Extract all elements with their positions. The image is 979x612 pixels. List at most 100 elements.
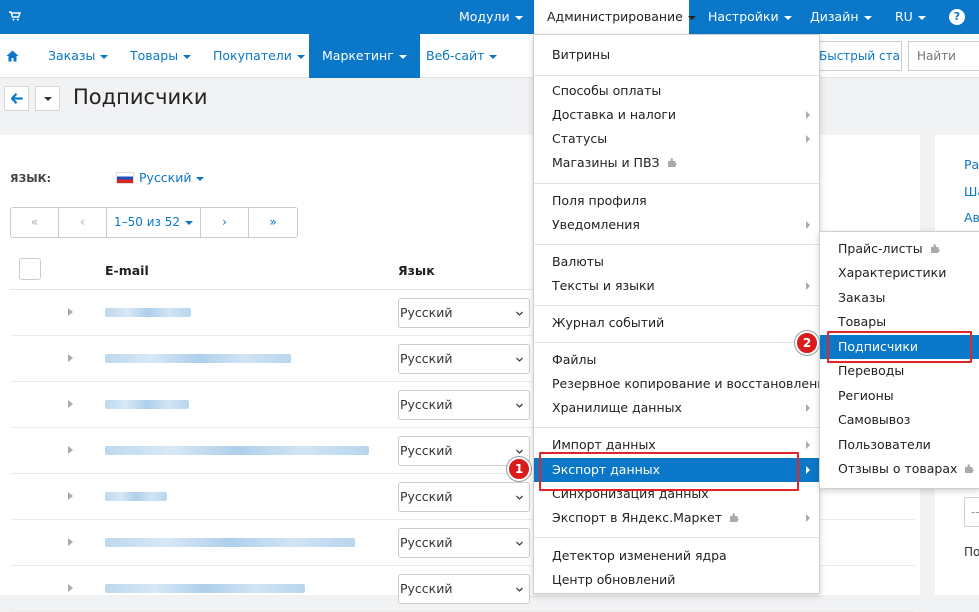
submenu-arrow-icon xyxy=(806,135,810,143)
sidebar-link[interactable]: Ша xyxy=(964,184,979,199)
submenu-item-users[interactable]: Пользователи xyxy=(820,433,979,457)
menu-item-core-change-detector[interactable]: Детектор изменений ядра xyxy=(534,544,819,568)
top-nav-modules[interactable]: Модули xyxy=(450,0,532,34)
menu-item-storefronts[interactable]: Витрины xyxy=(534,43,819,67)
expand-arrow-icon[interactable] xyxy=(68,492,73,500)
annotation-step-badge: 1 xyxy=(507,457,531,481)
menu-item-texts-languages[interactable]: Тексты и языки xyxy=(534,274,819,298)
pager-last[interactable]: » xyxy=(249,208,297,237)
submenu-arrow-icon xyxy=(806,514,810,522)
top-nav-design[interactable]: Дизайн xyxy=(801,0,881,34)
caret-down-icon xyxy=(44,97,52,101)
sidebar-link[interactable]: Ав xyxy=(964,210,979,225)
email-redacted[interactable] xyxy=(105,538,355,547)
submenu-arrow-icon xyxy=(806,282,810,290)
pager-prev[interactable]: ‹ xyxy=(59,208,107,237)
row-language-select[interactable]: Русский xyxy=(398,482,530,512)
expand-arrow-icon[interactable] xyxy=(68,308,73,316)
expand-arrow-icon[interactable] xyxy=(68,354,73,362)
sidebar-filter-input[interactable]: -- xyxy=(964,497,979,527)
submenu-item-orders[interactable]: Заказы xyxy=(820,286,979,310)
select-all-checkbox[interactable] xyxy=(19,258,41,280)
submenu-arrow-icon xyxy=(806,441,810,449)
top-nav-administration[interactable]: Администрирование xyxy=(534,0,696,34)
submenu-item-features[interactable]: Характеристики xyxy=(820,261,979,285)
russia-flag-icon xyxy=(117,173,133,183)
search-input[interactable] xyxy=(908,41,979,71)
column-header-email[interactable]: E-mail xyxy=(105,263,149,278)
caret-down-icon xyxy=(100,54,109,59)
home-icon[interactable] xyxy=(6,50,19,62)
annotation-highlight-box xyxy=(827,331,972,363)
main-nav: Заказы Товары Покупатели Маркетинг Веб-с… xyxy=(0,34,979,78)
pager-next[interactable]: › xyxy=(201,208,249,237)
caret-down-icon xyxy=(783,15,792,20)
menu-item-shipping-taxes[interactable]: Доставка и налоги xyxy=(534,103,819,127)
expand-arrow-icon[interactable] xyxy=(68,446,73,454)
email-redacted[interactable] xyxy=(105,308,191,317)
nav-marketing[interactable]: Маркетинг xyxy=(309,34,420,78)
language-filter-select[interactable]: Русский xyxy=(117,170,205,185)
menu-divider xyxy=(534,427,819,428)
expand-arrow-icon[interactable] xyxy=(68,538,73,546)
submenu-arrow-icon xyxy=(806,466,810,474)
submenu-arrow-icon xyxy=(806,404,810,412)
annotation-highlight-box xyxy=(539,452,799,491)
row-language-select[interactable]: Русский xyxy=(398,344,530,374)
menu-item-profile-fields[interactable]: Поля профиля xyxy=(534,189,819,213)
email-redacted[interactable] xyxy=(105,492,167,501)
submenu-arrow-icon xyxy=(806,221,810,229)
menu-item-statuses[interactable]: Статусы xyxy=(534,127,819,151)
pager-range-dropdown[interactable]: 1–50 из 52 xyxy=(107,208,201,237)
nav-products[interactable]: Товары xyxy=(122,34,199,78)
sidebar-link[interactable]: Ра xyxy=(964,157,979,172)
menu-item-update-center[interactable]: Центр обновлений xyxy=(534,568,819,592)
menu-divider xyxy=(534,342,819,343)
menu-item-stores-pickup[interactable]: Магазины и ПВЗ xyxy=(534,151,819,175)
email-redacted[interactable] xyxy=(105,354,291,363)
top-admin-bar: Модули Администрирование Настройки Дизай… xyxy=(0,0,979,34)
row-language-select[interactable]: Русский xyxy=(398,574,530,604)
caret-down-icon xyxy=(917,15,926,20)
chevron-down-icon xyxy=(516,449,523,454)
submenu-item-regions[interactable]: Регионы xyxy=(820,384,979,408)
menu-item-payment-methods[interactable]: Способы оплаты xyxy=(534,79,819,103)
row-language-select[interactable]: Русский xyxy=(398,528,530,558)
row-language-select[interactable]: Русский xyxy=(398,298,530,328)
history-dropdown-button[interactable] xyxy=(35,86,60,111)
caret-down-icon xyxy=(687,15,696,20)
cart-icon[interactable] xyxy=(9,11,21,21)
top-nav-language[interactable]: RU xyxy=(886,0,935,34)
menu-item-yandex-market-export[interactable]: Экспорт в Яндекс.Маркет xyxy=(534,506,819,530)
nav-customers[interactable]: Покупатели xyxy=(205,34,313,78)
nav-orders[interactable]: Заказы xyxy=(40,34,116,78)
menu-item-event-log[interactable]: Журнал событий xyxy=(534,311,819,335)
pager-first[interactable]: « xyxy=(11,208,59,237)
email-redacted[interactable] xyxy=(105,446,369,455)
caret-down-icon xyxy=(514,15,523,20)
top-nav-settings[interactable]: Настройки xyxy=(699,0,801,34)
menu-item-currencies[interactable]: Валюты xyxy=(534,250,819,274)
row-language-select[interactable]: Русский xyxy=(398,390,530,420)
menu-item-backup-restore[interactable]: Резервное копирование и восстановление xyxy=(534,372,833,396)
puzzle-icon xyxy=(930,244,940,253)
submenu-item-pickup[interactable]: Самовывоз xyxy=(820,408,979,432)
menu-item-data-storage[interactable]: Хранилище данных xyxy=(534,396,819,420)
column-header-language[interactable]: Язык xyxy=(398,263,435,278)
email-redacted[interactable] xyxy=(105,584,305,593)
menu-item-notifications[interactable]: Уведомления xyxy=(534,213,819,237)
help-icon[interactable]: ? xyxy=(949,9,965,25)
puzzle-icon xyxy=(965,464,975,473)
expand-arrow-icon[interactable] xyxy=(68,584,73,592)
expand-arrow-icon[interactable] xyxy=(68,400,73,408)
language-filter-label: ЯЗЫК: xyxy=(10,172,52,185)
submenu-item-product-reviews[interactable]: Отзывы о товарах xyxy=(820,457,979,481)
menu-divider xyxy=(534,183,819,184)
nav-website[interactable]: Веб-сайт xyxy=(418,34,505,78)
menu-item-files[interactable]: Файлы xyxy=(534,348,819,372)
submenu-item-price-lists[interactable]: Прайс-листы xyxy=(820,237,979,261)
chevron-down-icon xyxy=(516,587,523,592)
caret-down-icon xyxy=(183,54,192,59)
back-button[interactable] xyxy=(4,86,29,111)
email-redacted[interactable] xyxy=(105,400,189,409)
